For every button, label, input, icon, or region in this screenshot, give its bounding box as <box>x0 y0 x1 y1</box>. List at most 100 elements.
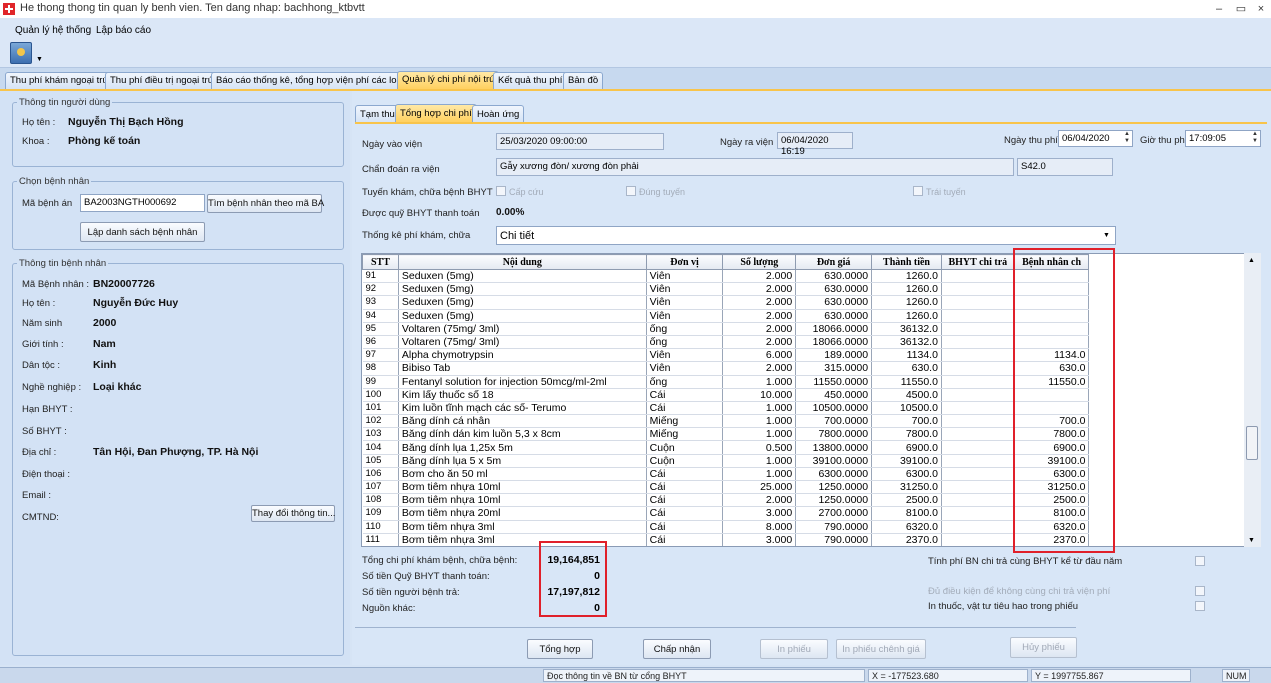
table-row[interactable]: 101 Kim luồn tĩnh mạch các số- Terumo Cái 1… <box>362 401 1261 416</box>
table-row[interactable]: 92 Seduxen (5mg) Viên 2.000 630.0000 1260.0 <box>362 282 1261 297</box>
table-cell: 2.000 <box>722 335 797 350</box>
table-cell: 2700.0000 <box>795 506 873 521</box>
tab-cost-summary[interactable]: Tổng hợp chi phí <box>395 104 477 123</box>
scroll-thumb[interactable] <box>1246 426 1258 460</box>
scroll-down-icon[interactable]: ▼ <box>1248 537 1255 544</box>
table-cell: 103 <box>362 427 399 442</box>
list-patients-button[interactable]: Lập danh sách bệnh nhân <box>80 222 205 242</box>
divider <box>355 627 1076 628</box>
table-cell: 13800.0000 <box>795 440 873 455</box>
table-cell: Băng dính lụa 1,25x 5m <box>398 440 647 455</box>
table-cell: Viên <box>646 282 724 297</box>
table-cell: Seduxen (5mg) <box>398 295 647 310</box>
table-cell: 106 <box>362 467 399 482</box>
table-row[interactable]: 108 Bơm tiêm nhựa 10ml Cái 2.000 1250.0000 25… <box>362 493 1261 508</box>
table-cell: 97 <box>362 348 399 363</box>
table-cell: 39100.0000 <box>795 454 873 468</box>
coverage-value: 0.00% <box>496 207 525 218</box>
option-exempt-checkbox[interactable] <box>1195 586 1205 596</box>
table-cell: Băng dính lụa 5 x 5m <box>398 454 647 468</box>
pay-time-spinner-icon[interactable]: ▲ ▼ <box>1250 131 1260 147</box>
table-cell <box>941 375 1015 389</box>
summarize-button[interactable]: Tổng hợp <box>527 639 593 659</box>
table-row[interactable]: 105 Băng dính lụa 5 x 5m Cuộn 1.000 39100.00… <box>362 454 1261 468</box>
table-cell: 36132.0 <box>871 335 942 350</box>
print-receipt-button[interactable]: In phiếu <box>760 639 828 659</box>
table-cell: Băng dính dán kim luồn 5,3 x 8cm <box>398 427 647 442</box>
table-row[interactable]: 95 Voltaren (75mg/ 3ml) ống 2.000 18066.0000… <box>362 322 1261 336</box>
table-row[interactable]: 110 Bơm tiêm nhựa 3ml Cái 8.000 790.0000 6320… <box>362 520 1261 534</box>
table-row[interactable]: 111 Bơm tiêm nhựa 3ml Cái 3.000 790.0000 2370… <box>362 533 1261 546</box>
table-row[interactable]: 99 Fentanyl solution for injection 50mcg/… <box>362 375 1261 389</box>
change-info-button[interactable]: Thay đổi thông tin... <box>251 505 335 522</box>
tab-temp-receipt[interactable]: Tạm thu <box>355 105 400 122</box>
tab-refund[interactable]: Hoàn ứng <box>472 105 525 122</box>
tab-inpatient-costs[interactable]: Quản lý chi phí nội trú <box>397 71 500 90</box>
menu-report[interactable]: Lập báo cáo <box>96 25 151 36</box>
table-row[interactable]: 97 Alpha chymotrypsin Viên 6.000 189.0000 113… <box>362 348 1261 363</box>
correct-route-checkbox[interactable] <box>626 186 636 196</box>
table-cell: Voltaren (75mg/ 3ml) <box>398 322 647 336</box>
stat-select[interactable]: Chi tiết <box>496 226 1116 245</box>
option-annual-checkbox[interactable] <box>1195 556 1205 566</box>
accept-button[interactable]: Chấp nhận <box>643 639 711 659</box>
print-price-diff-button[interactable]: In phiếu chênh giá <box>836 639 926 659</box>
table-cell: ống <box>646 335 724 350</box>
correct-route-label: Đúng tuyến <box>639 187 686 197</box>
select-chevron-down-icon[interactable]: ▼ <box>1103 232 1110 239</box>
record-id-input[interactable]: BA2003NGTH000692 <box>80 194 205 212</box>
table-row[interactable]: 93 Seduxen (5mg) Viên 2.000 630.0000 1260.0 <box>362 295 1261 310</box>
table-cell: 11550.0000 <box>795 375 873 389</box>
table-row[interactable]: 103 Băng dính dán kim luồn 5,3 x 8cm Miếng… <box>362 427 1261 442</box>
table-cell: Cuộn <box>646 454 724 468</box>
wrong-route-checkbox[interactable] <box>913 186 923 196</box>
pay-date-spinner-icon[interactable]: ▲ ▼ <box>1122 131 1132 147</box>
table-row[interactable]: 91 Seduxen (5mg) Viên 2.000 630.0000 1260.0 <box>362 269 1261 284</box>
column-header[interactable]: Đơn giá <box>795 254 873 270</box>
table-row[interactable]: 100 Kim lấy thuốc số 18 Cái 10.000 450.0000 4… <box>362 388 1261 402</box>
column-header[interactable]: Nội dung <box>397 254 647 270</box>
grid-scrollbar[interactable] <box>1244 253 1261 547</box>
coverage-label: Được quỹ BHYT thanh toán <box>362 208 480 219</box>
table-row[interactable]: 102 Băng dính cá nhân Miếng 1.000 700.0000 70… <box>362 414 1261 429</box>
tab-reports[interactable]: Báo cáo thống kê, tổng hợp viện phí các … <box>211 72 409 89</box>
tab-outpatient-treatment[interactable]: Thu phí điều trị ngoại trú <box>105 72 218 89</box>
column-header[interactable]: Thành tiền <box>871 254 942 270</box>
toolbar <box>0 40 1271 68</box>
table-cell <box>941 361 1015 376</box>
table-row[interactable]: 109 Bơm tiêm nhựa 20ml Cái 3.000 2700.0000 81… <box>362 506 1261 521</box>
tab-outpatient-exam[interactable]: Thu phí khám ngoại trú <box>5 72 113 89</box>
option-print-checkbox[interactable] <box>1195 601 1205 611</box>
dropdown-arrow-icon[interactable]: ▼ <box>36 56 43 63</box>
cancel-receipt-button[interactable]: Hủy phiếu <box>1010 637 1077 658</box>
column-header[interactable]: STT <box>362 254 399 270</box>
toolbar-tool-icon[interactable] <box>10 42 32 64</box>
stat-label: Thống kê phí khám, chữa <box>362 230 471 241</box>
option-exempt-label: Đủ điều kiện để không cùng chi trả viện … <box>928 586 1111 597</box>
table-row[interactable]: 107 Bơm tiêm nhựa 10ml Cái 25.000 1250.0000 3… <box>362 480 1261 495</box>
minimize-button[interactable]: – <box>1208 0 1230 18</box>
close-button[interactable]: × <box>1250 0 1271 18</box>
table-cell: Seduxen (5mg) <box>398 309 647 323</box>
table-row[interactable]: 104 Băng dính lụa 1,25x 5m Cuộn 0.500 13800.… <box>362 440 1261 455</box>
search-by-record-button[interactable]: Tìm bệnh nhân theo mã BA <box>207 194 324 213</box>
emergency-checkbox[interactable] <box>496 186 506 196</box>
tab-map[interactable]: Bản đồ <box>563 72 604 89</box>
table-row[interactable]: 96 Voltaren (75mg/ 3ml) ống 2.000 18066.0000… <box>362 335 1261 350</box>
table-cell: 1250.0000 <box>795 493 873 508</box>
column-header[interactable]: Đơn vị <box>645 254 724 270</box>
scroll-up-icon[interactable]: ▲ <box>1248 257 1255 264</box>
restore-button[interactable]: ▭ <box>1230 0 1252 18</box>
column-header[interactable]: Số lượng <box>722 254 797 270</box>
menu-system[interactable]: Quản lý hệ thống <box>15 25 91 36</box>
table-row[interactable]: 98 Bibiso Tab Viên 2.000 315.0000 630.0 630.0 <box>362 361 1261 376</box>
table-cell: Alpha chymotrypsin <box>398 348 647 363</box>
menu-bar <box>0 18 1271 40</box>
patient-field-label: Giới tính : <box>22 339 64 350</box>
table-cell <box>941 440 1015 455</box>
table-row[interactable]: 94 Seduxen (5mg) Viên 2.000 630.0000 1260.0 <box>362 309 1261 323</box>
patient-field-label: Điện thoại : <box>22 469 71 480</box>
column-header[interactable]: BHYT chi trả <box>940 254 1015 270</box>
table-row[interactable]: 106 Bơm cho ăn 50 ml Cái 1.000 6300.0000 6300… <box>362 467 1261 482</box>
tab-payment-results[interactable]: Kết quả thu phí <box>493 72 568 89</box>
